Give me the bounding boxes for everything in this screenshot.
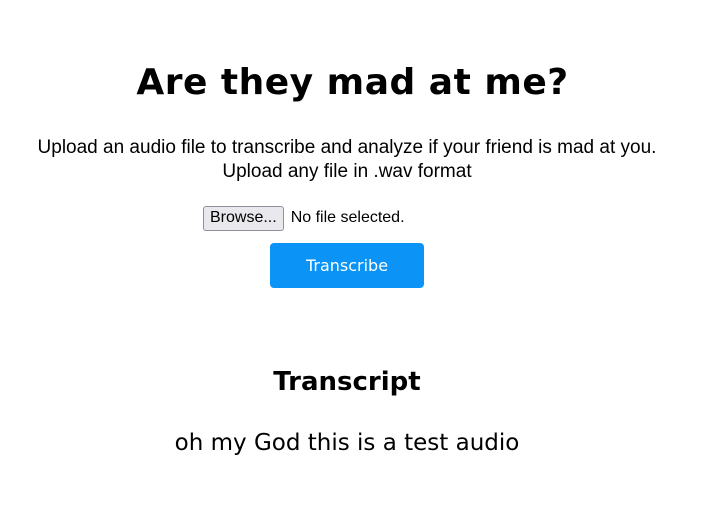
page-title: Are they mad at me? (136, 62, 569, 103)
intro-text: Upload an audio file to transcribe and a… (0, 136, 694, 184)
browse-button[interactable]: Browse... (203, 205, 284, 231)
intro-line-2: Upload any file in .wav format (222, 161, 472, 182)
intro-line-1: Upload an audio file to transcribe and a… (37, 137, 657, 158)
transcribe-button[interactable]: Transcribe (270, 243, 424, 288)
file-input[interactable]: Browse... No file selected. (203, 205, 405, 231)
file-status-label: No file selected. (290, 209, 405, 226)
transcript-heading: Transcript (273, 367, 421, 397)
transcript-text: oh my God this is a test audio (174, 430, 520, 456)
